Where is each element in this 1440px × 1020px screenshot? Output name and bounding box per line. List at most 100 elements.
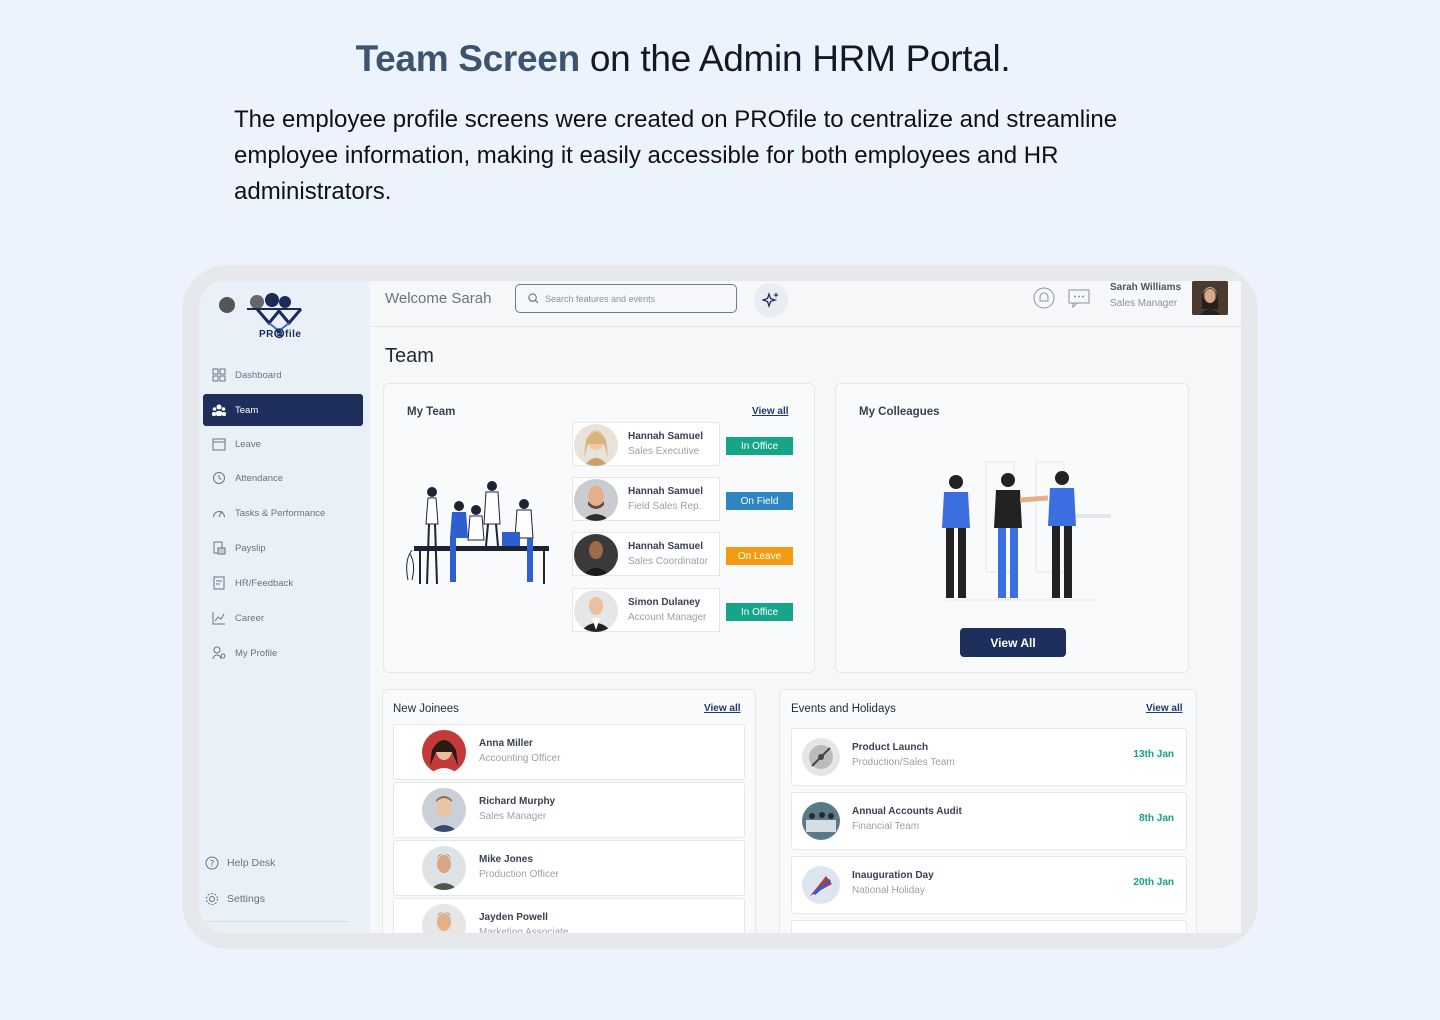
- my-colleagues-title: My Colleagues: [859, 406, 940, 418]
- my-team-title: My Team: [407, 406, 456, 418]
- event-item[interactable]: Annual Accounts Audit Financial Team 8th…: [791, 792, 1187, 850]
- hero-title-rest: on the Admin HRM Portal.: [579, 38, 1011, 79]
- new-joinees-card: New Joinees View all Anna Miller Account…: [382, 689, 756, 933]
- new-joinees-view-all-link[interactable]: View all: [704, 703, 741, 714]
- sidebar-item-team[interactable]: Team: [203, 394, 363, 426]
- event-photo: [802, 866, 840, 904]
- gear-icon: [206, 893, 218, 905]
- team-member-card[interactable]: Simon Dulaney Account Manager: [572, 588, 720, 632]
- joinee-role: Production Officer: [479, 869, 559, 880]
- sidebar: PR🕲file Dashboard Team Leave Attendance …: [199, 281, 370, 933]
- event-item[interactable]: [791, 920, 1187, 933]
- status-badge: In Office: [726, 437, 793, 455]
- notification-button[interactable]: [1032, 286, 1056, 310]
- help-desk-label: Help Desk: [227, 857, 276, 869]
- list-item[interactable]: Jayden Powell Marketing Associate: [393, 898, 745, 933]
- status-badge: On Leave: [726, 547, 793, 565]
- team-member-card[interactable]: Hannah Samuel Sales Coordinator: [572, 532, 720, 576]
- event-sub: Financial Team: [852, 821, 920, 832]
- joinee-photo: [422, 904, 466, 933]
- sidebar-item-label: Tasks & Performance: [235, 507, 326, 519]
- sidebar-item-career[interactable]: Career: [203, 602, 363, 634]
- member-photo: [574, 590, 618, 632]
- sidebar-item-attendance[interactable]: Attendance: [203, 462, 363, 494]
- event-date: 13th Jan: [1133, 749, 1174, 760]
- messages-button[interactable]: [1067, 286, 1091, 310]
- sidebar-item-label: Payslip: [235, 542, 266, 554]
- event-sub: National Holiday: [852, 885, 925, 896]
- payslip-icon: [211, 540, 227, 556]
- sidebar-item-my-profile[interactable]: My Profile: [203, 637, 363, 669]
- joinee-name: Anna Miller: [479, 738, 533, 749]
- member-name: Simon Dulaney: [628, 597, 701, 608]
- sparkle-icon: [762, 291, 779, 309]
- event-item[interactable]: Product Launch Production/Sales Team 13t…: [791, 728, 1187, 786]
- sidebar-item-leave[interactable]: Leave: [203, 428, 363, 460]
- calendar-icon: [211, 436, 227, 452]
- sidebar-item-label: HR/Feedback: [235, 577, 294, 589]
- joinee-name: Mike Jones: [479, 854, 533, 865]
- search-icon: [528, 293, 539, 304]
- member-role: Account Manager: [628, 612, 707, 623]
- joinee-name: Richard Murphy: [479, 796, 556, 807]
- sidebar-item-label: Attendance: [235, 472, 284, 484]
- gauge-icon: [211, 505, 227, 521]
- logo-text: PR🕲file: [259, 329, 302, 340]
- team-icon: [211, 402, 227, 418]
- status-badge: On Field: [726, 492, 793, 510]
- member-photo: [574, 534, 618, 576]
- user-role: Sales Manager: [1110, 298, 1178, 309]
- welcome-text: Welcome Sarah: [385, 290, 492, 307]
- sidebar-item-dashboard[interactable]: Dashboard: [203, 359, 363, 391]
- list-item[interactable]: Richard Murphy Sales Manager: [393, 782, 745, 838]
- joinee-photo: [422, 788, 466, 832]
- chart-icon: [211, 610, 227, 626]
- grid-icon: [211, 367, 227, 383]
- user-avatar[interactable]: [1192, 281, 1228, 315]
- event-item[interactable]: Inauguration Day National Holiday 20th J…: [791, 856, 1187, 914]
- app-screen: PR🕲file Dashboard Team Leave Attendance …: [199, 281, 1241, 933]
- events-view-all-link[interactable]: View all: [1146, 703, 1183, 714]
- hero-title-accent: Team Screen: [355, 38, 581, 79]
- team-meeting-illustration: [406, 481, 549, 585]
- team-member-card[interactable]: Hannah Samuel Sales Executive: [572, 422, 720, 466]
- team-member-card[interactable]: Hannah Samuel Field Sales Rep.: [572, 477, 720, 521]
- sidebar-item-tasks[interactable]: Tasks & Performance: [203, 497, 363, 529]
- list-item[interactable]: Anna Miller Accounting Officer: [393, 724, 745, 780]
- user-name: Sarah Williams: [1110, 282, 1182, 293]
- profile-icon: [211, 645, 227, 661]
- events-title: Events and Holidays: [791, 703, 896, 715]
- sidebar-item-feedback[interactable]: HR/Feedback: [203, 567, 363, 599]
- event-name: Product Launch: [852, 742, 929, 753]
- member-name: Hannah Samuel: [628, 431, 704, 442]
- sidebar-item-label: Dashboard: [235, 369, 282, 381]
- tablet-frame: PR🕲file Dashboard Team Leave Attendance …: [182, 265, 1258, 949]
- search-input[interactable]: Search features and events: [515, 284, 737, 313]
- event-name: Annual Accounts Audit: [852, 806, 962, 817]
- event-photo: [802, 802, 840, 840]
- event-photo: [802, 738, 840, 776]
- list-item[interactable]: Mike Jones Production Officer: [393, 840, 745, 896]
- my-team-card: My Team View all Hannah Samuel Sales Exe…: [383, 383, 815, 673]
- ai-sparkle-button[interactable]: [754, 283, 788, 317]
- sidebar-item-label: Career: [235, 612, 265, 624]
- joinee-role: Accounting Officer: [479, 753, 561, 764]
- event-name: Inauguration Day: [852, 870, 934, 881]
- chat-icon: [1068, 289, 1090, 308]
- sidebar-item-help-desk[interactable]: ? Help Desk: [205, 856, 275, 870]
- sidebar-item-label: Leave: [235, 438, 261, 450]
- sidebar-item-payslip[interactable]: Payslip: [203, 532, 363, 564]
- sidebar-item-label: My Profile: [235, 647, 278, 659]
- sidebar-item-settings[interactable]: Settings: [205, 892, 265, 906]
- page-title: Team: [385, 345, 434, 367]
- events-card: Events and Holidays View all Product Lau…: [779, 689, 1197, 933]
- colleagues-view-all-button[interactable]: View All: [960, 628, 1066, 657]
- event-date: 20th Jan: [1133, 877, 1174, 888]
- svg-text:?: ?: [210, 860, 215, 870]
- my-team-view-all-link[interactable]: View all: [752, 406, 789, 417]
- joinee-role: Sales Manager: [479, 811, 547, 822]
- event-sub: Production/Sales Team: [852, 757, 955, 768]
- new-joinees-title: New Joinees: [393, 703, 459, 715]
- member-photo: [574, 479, 618, 521]
- help-icon: ?: [205, 856, 219, 870]
